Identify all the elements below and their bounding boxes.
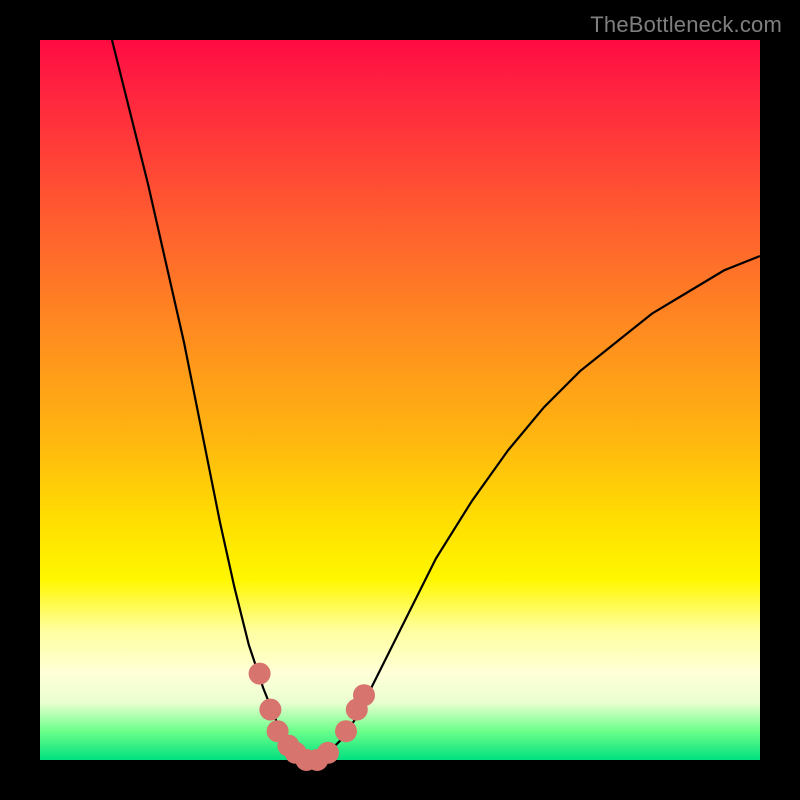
highlight-dot bbox=[259, 699, 281, 721]
chart-frame: TheBottleneck.com bbox=[0, 0, 800, 800]
highlight-dot bbox=[249, 663, 271, 685]
attribution-text: TheBottleneck.com bbox=[590, 12, 782, 38]
bottleneck-curve bbox=[112, 40, 760, 760]
highlight-dot bbox=[353, 684, 375, 706]
highlight-dots bbox=[249, 663, 375, 771]
highlight-dot bbox=[317, 742, 339, 764]
highlight-dot bbox=[335, 720, 357, 742]
chart-overlay bbox=[40, 40, 760, 760]
